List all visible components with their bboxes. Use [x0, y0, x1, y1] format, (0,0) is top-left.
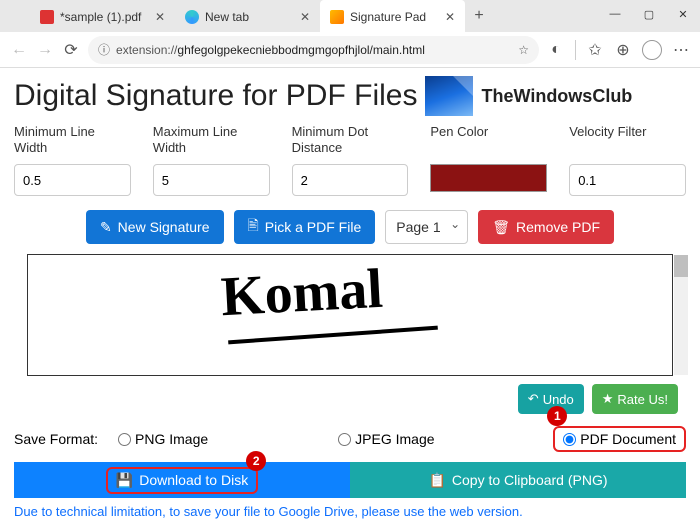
- callout-2: 2: [246, 451, 266, 471]
- minimize-button[interactable]: —: [598, 0, 632, 28]
- file-icon: 🖹: [248, 215, 259, 239]
- brand-name: TheWindowsClub: [481, 86, 632, 107]
- new-tab-button[interactable]: +: [465, 0, 493, 32]
- window-controls: — ▢ ✕: [598, 0, 700, 28]
- pen-color-label: Pen Color: [430, 124, 547, 158]
- page-content: Digital Signature for PDF Files TheWindo…: [0, 68, 700, 525]
- format-pdf[interactable]: PDF Document: [553, 426, 686, 452]
- brand-logo: [425, 76, 473, 116]
- favorites-icon[interactable]: ✩: [586, 41, 604, 59]
- page-title: Digital Signature for PDF Files: [14, 79, 417, 113]
- tab-label: New tab: [205, 10, 249, 24]
- min-dot-label: Minimum Dot Distance: [292, 124, 409, 158]
- scrollbar-thumb[interactable]: [674, 255, 688, 277]
- max-line-label: Maximum Line Width: [153, 124, 270, 158]
- info-icon: ⓘ: [98, 41, 110, 58]
- collections-icon[interactable]: ⊕: [614, 41, 632, 59]
- reader-icon[interactable]: ☆: [518, 43, 529, 57]
- format-png[interactable]: PNG Image: [118, 431, 208, 447]
- button-row: ✎New Signature 🖹Pick a PDF File Page 1 🗑…: [14, 210, 686, 244]
- tab-label: Signature Pad: [350, 10, 426, 24]
- browser-tabs: *sample (1).pdf ✕ New tab ✕ Signature Pa…: [0, 0, 493, 32]
- close-icon[interactable]: ✕: [445, 10, 455, 24]
- format-jpeg[interactable]: JPEG Image: [338, 431, 434, 447]
- close-icon[interactable]: ✕: [155, 10, 165, 24]
- pick-pdf-button[interactable]: 🖹Pick a PDF File: [234, 210, 376, 244]
- signature-drawing: Komal: [220, 257, 385, 329]
- url-text: extension://ghfegolgpekecniebbodmgmgopfh…: [116, 43, 512, 57]
- menu-icon[interactable]: ⋯: [672, 41, 690, 59]
- velocity-label: Velocity Filter: [569, 124, 686, 158]
- signature-underline: [228, 326, 438, 345]
- tab-label: *sample (1).pdf: [60, 10, 141, 24]
- back-icon[interactable]: ←: [10, 41, 28, 59]
- signature-canvas[interactable]: Komal: [27, 254, 672, 376]
- pdf-icon: [40, 10, 54, 24]
- download-button[interactable]: 2 💾Download to Disk: [14, 462, 350, 498]
- pen-icon: [330, 10, 344, 24]
- min-dot-input[interactable]: [292, 164, 409, 196]
- action-row: 2 💾Download to Disk 📋Copy to Clipboard (…: [14, 462, 686, 498]
- tab-signature-pad[interactable]: Signature Pad ✕: [320, 0, 465, 32]
- controls-row: Minimum Line Width Maximum Line Width Mi…: [14, 124, 686, 196]
- maximize-button[interactable]: ▢: [632, 0, 666, 28]
- footer-note: Due to technical limitation, to save you…: [14, 504, 686, 519]
- extension-icon[interactable]: ◐: [547, 41, 565, 59]
- forward-icon[interactable]: →: [36, 41, 54, 59]
- refresh-icon[interactable]: ⟳: [62, 41, 80, 59]
- new-signature-button[interactable]: ✎New Signature: [86, 210, 224, 244]
- rate-button[interactable]: ★Rate Us!: [592, 384, 678, 414]
- velocity-input[interactable]: [569, 164, 686, 196]
- max-line-input[interactable]: [153, 164, 270, 196]
- min-line-label: Minimum Line Width: [14, 124, 131, 158]
- edge-icon: [185, 10, 199, 24]
- page-select[interactable]: Page 1: [385, 210, 468, 244]
- close-button[interactable]: ✕: [666, 0, 700, 28]
- close-icon[interactable]: ✕: [300, 10, 310, 24]
- url-input[interactable]: ⓘ extension://ghfegolgpekecniebbodmgmgop…: [88, 36, 539, 64]
- save-format-label: Save Format:: [14, 431, 98, 447]
- pen-color-swatch[interactable]: [430, 164, 547, 192]
- edit-icon: ✎: [100, 219, 112, 236]
- min-line-input[interactable]: [14, 164, 131, 196]
- save-icon: 💾: [116, 472, 133, 489]
- save-format-row: Save Format: PNG Image JPEG Image 1 PDF …: [14, 426, 686, 452]
- callout-1: 1: [547, 406, 567, 426]
- address-bar: ← → ⟳ ⓘ extension://ghfegolgpekecniebbod…: [0, 32, 700, 68]
- profile-icon[interactable]: [642, 40, 662, 60]
- tab-pdf[interactable]: *sample (1).pdf ✕: [30, 0, 175, 32]
- undo-icon: ↶: [528, 391, 539, 407]
- clipboard-icon: 📋: [428, 472, 445, 489]
- copy-button[interactable]: 📋Copy to Clipboard (PNG): [350, 462, 686, 498]
- trash-icon: 🗑: [492, 219, 510, 236]
- remove-pdf-button[interactable]: 🗑Remove PDF: [478, 210, 614, 244]
- tab-new[interactable]: New tab ✕: [175, 0, 320, 32]
- star-icon: ★: [602, 391, 614, 407]
- window-titlebar: *sample (1).pdf ✕ New tab ✕ Signature Pa…: [0, 0, 700, 32]
